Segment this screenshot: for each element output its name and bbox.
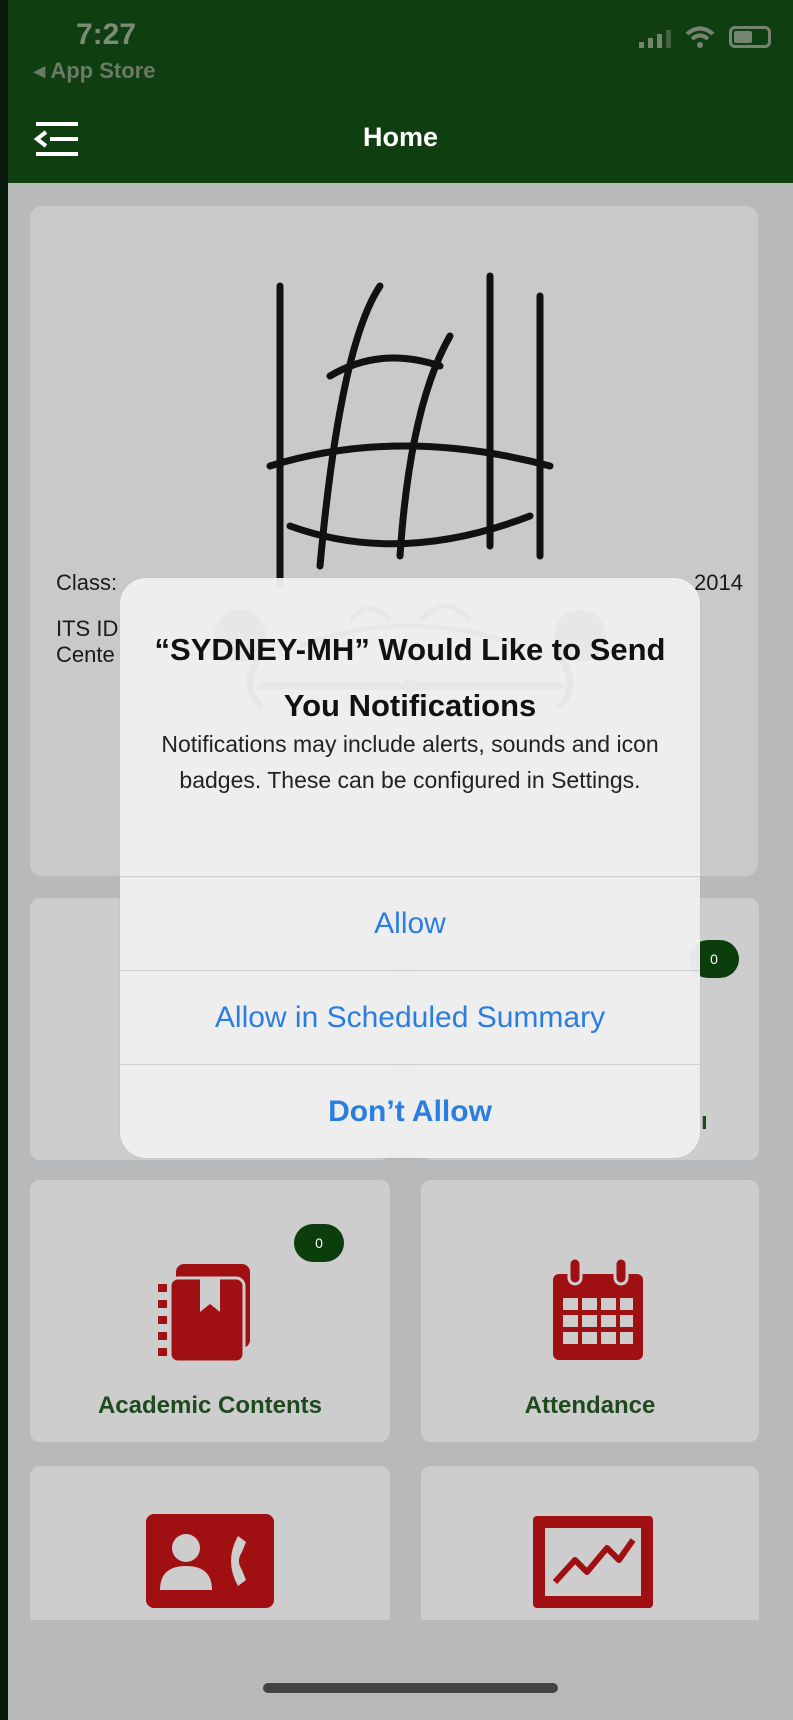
status-time: 7:27 bbox=[76, 18, 137, 51]
status-icons bbox=[639, 26, 771, 48]
tile-label-attendance: Attendance bbox=[524, 1392, 656, 1419]
app-header: 7:27 ◂ App Store Home bbox=[8, 0, 793, 183]
allow-scheduled-summary-button[interactable]: Allow in Scheduled Summary bbox=[120, 970, 700, 1063]
battery-icon bbox=[729, 26, 771, 48]
class-label: Class: bbox=[56, 570, 118, 595]
tile-contact[interactable] bbox=[30, 1466, 390, 1626]
app-screen: 7:27 ◂ App Store Home Class: 2014 ITS ID… bbox=[8, 0, 793, 1720]
chart-line-icon bbox=[533, 1516, 653, 1608]
academic-badge: 0 bbox=[294, 1224, 344, 1262]
home-indicator[interactable] bbox=[263, 1683, 558, 1693]
alert-message: Notifications may include alerts, sounds… bbox=[161, 731, 659, 793]
notification-permission-alert: “SYDNEY-MH” Would Like to Send You Notif… bbox=[120, 578, 700, 1158]
dont-allow-button[interactable]: Don’t Allow bbox=[120, 1064, 700, 1157]
back-to-app-store[interactable]: ◂ App Store bbox=[34, 58, 155, 84]
alert-title: “SYDNEY-MH” Would Like to Send You Notif… bbox=[154, 632, 666, 723]
tile-academic-contents[interactable]: 0 Academic Contents bbox=[30, 1180, 390, 1442]
page-title: Home bbox=[362, 122, 438, 152]
class-year: 2014 bbox=[694, 570, 743, 595]
calendar-icon bbox=[553, 1256, 643, 1360]
center-label: Cente bbox=[56, 642, 115, 667]
bottom-bar bbox=[8, 1620, 793, 1720]
tile-label-fragment: ı bbox=[701, 1108, 708, 1135]
wifi-icon bbox=[685, 26, 715, 48]
tile-label-academic-contents: Academic Contents bbox=[97, 1392, 323, 1419]
its-id-label: ITS ID bbox=[56, 616, 119, 641]
contact-phone-icon bbox=[146, 1514, 274, 1608]
tile-reports[interactable] bbox=[421, 1466, 759, 1626]
allow-button[interactable]: Allow bbox=[120, 876, 700, 969]
tile-attendance[interactable]: Attendance bbox=[421, 1180, 759, 1442]
book-bookmark-icon bbox=[158, 1264, 250, 1364]
signal-icon bbox=[639, 28, 671, 48]
